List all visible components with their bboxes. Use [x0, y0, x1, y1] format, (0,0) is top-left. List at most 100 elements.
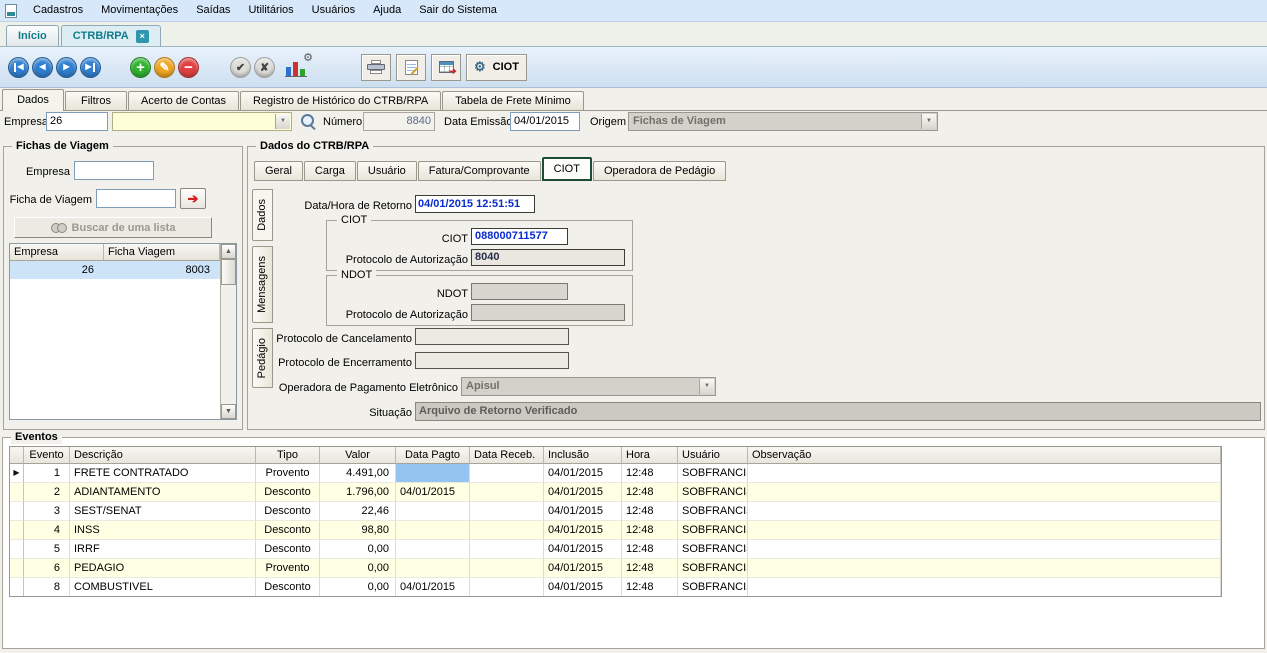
ctrb-tab-geral[interactable]: Geral: [254, 161, 303, 181]
origem-select[interactable]: Fichas de Viagem ▼: [628, 112, 938, 131]
eventos-cell-evento: 8: [24, 578, 70, 597]
window-tab-ctrb-rpa[interactable]: CTRB/RPA ×: [61, 25, 161, 46]
eventos-cell-usuario: SOBFRANCIS: [678, 521, 748, 540]
ciot-groupbox: CIOT CIOT 088000711577 Protocolo de Auto…: [326, 220, 633, 271]
chevron-down-icon[interactable]: ▼: [699, 379, 714, 394]
fichas-ficha-input[interactable]: [96, 189, 176, 208]
eventos-cell-inclusao: 04/01/2015: [544, 540, 622, 559]
nav-last-button[interactable]: ▶: [80, 57, 101, 78]
tab-registro-de-historico-do-ctrb-rpa[interactable]: Registro de Histórico do CTRB/RPA: [240, 91, 441, 110]
cancelamento-input[interactable]: [415, 328, 569, 345]
eventos-col-data-receb[interactable]: Data Receb.: [470, 447, 544, 464]
side-tab-mensagens[interactable]: Mensagens: [252, 246, 273, 323]
ciot-label: CIOT: [333, 230, 468, 249]
eventos-col-valor[interactable]: Valor: [320, 447, 396, 464]
operadora-select[interactable]: Apisul ▼: [461, 377, 716, 396]
scrollbar[interactable]: ▲ ▼: [220, 244, 236, 419]
tab-tabela-de-frete-minimo[interactable]: Tabela de Frete Mínimo: [442, 91, 584, 110]
nav-next-button[interactable]: ▶: [56, 57, 77, 78]
window-tab-inicio[interactable]: Início: [6, 25, 59, 46]
table-row[interactable]: 6PEDAGIOProvento0,0004/01/201512:48SOBFR…: [10, 559, 1221, 578]
menu-item-sair-do-sistema[interactable]: Sair do Sistema: [410, 0, 506, 21]
ciot-protocolo-input[interactable]: 8040: [471, 249, 625, 266]
chart-button[interactable]: ⚙: [284, 55, 311, 79]
menu-item-utilitarios[interactable]: Utilitários: [239, 0, 302, 21]
buscar-button[interactable]: Buscar de uma lista: [14, 217, 212, 238]
ndot-protocolo-input[interactable]: [471, 304, 625, 321]
scroll-up-button[interactable]: ▲: [221, 244, 236, 259]
tab-filtros[interactable]: Filtros: [65, 91, 127, 110]
eventos-col-observacao[interactable]: Observação: [748, 447, 1221, 464]
pinwheel-button[interactable]: [582, 54, 609, 81]
tab-acerto-de-contas[interactable]: Acerto de Contas: [128, 91, 239, 110]
chevron-down-icon[interactable]: ▼: [275, 114, 290, 129]
table-export-icon: ➔: [439, 61, 454, 73]
minus-icon: −: [184, 60, 193, 75]
side-tab-dados[interactable]: Dados: [252, 189, 273, 241]
table-row[interactable]: 3SEST/SENATDesconto22,4604/01/201512:48S…: [10, 502, 1221, 521]
gear-icon: ⚙: [303, 51, 313, 64]
eventos-header-marker: [10, 447, 24, 464]
edit-button[interactable]: ✎: [154, 57, 175, 78]
situacao-input[interactable]: Arquivo de Retorno Verificado: [415, 402, 1261, 421]
eventos-col-tipo[interactable]: Tipo: [256, 447, 320, 464]
menu-item-movimentacoes[interactable]: Movimentações: [92, 0, 187, 21]
eventos-cell-usuario: SOBFRANCIS: [678, 559, 748, 578]
cancel-button[interactable]: ✘: [254, 57, 275, 78]
menu-item-cadastros[interactable]: Cadastros: [24, 0, 92, 21]
ciot-input[interactable]: 088000711577: [471, 228, 568, 245]
numero-input[interactable]: 8840: [363, 112, 435, 131]
table-row[interactable]: ▶1FRETE CONTRATADOProvento4.491,0004/01/…: [10, 464, 1221, 483]
row-marker-icon: ▶: [10, 464, 24, 483]
ctrb-tab-fatura-comprovante[interactable]: Fatura/Comprovante: [418, 161, 541, 181]
tab-dados[interactable]: Dados: [2, 89, 64, 111]
ctrb-tab-ciot[interactable]: CIOT: [542, 157, 592, 181]
ndot-input[interactable]: [471, 283, 568, 300]
eventos-col-hora[interactable]: Hora: [622, 447, 678, 464]
eventos-col-descricao[interactable]: Descrição: [70, 447, 256, 464]
export-grid-button[interactable]: ➔: [431, 54, 461, 81]
confirm-button[interactable]: ✔: [230, 57, 251, 78]
menu-item-ajuda[interactable]: Ajuda: [364, 0, 410, 21]
eventos-cell-inclusao: 04/01/2015: [544, 559, 622, 578]
table-row[interactable]: 5IRRFDesconto0,0004/01/201512:48SOBFRANC…: [10, 540, 1221, 559]
eventos-cell-observacao: [748, 521, 1221, 540]
close-icon[interactable]: ×: [136, 30, 149, 43]
cancelamento-label: Protocolo de Cancelamento: [268, 330, 412, 349]
fichas-row[interactable]: 268003: [10, 261, 220, 279]
nav-first-button[interactable]: ◀: [8, 57, 29, 78]
menu-item-saidas[interactable]: Saídas: [187, 0, 239, 21]
chevron-down-icon[interactable]: ▼: [921, 114, 936, 129]
scroll-down-button[interactable]: ▼: [221, 404, 236, 419]
encerramento-input[interactable]: [415, 352, 569, 369]
fichas-empresa-input[interactable]: [74, 161, 154, 180]
nav-prev-button[interactable]: ◀: [32, 57, 53, 78]
eventos-col-evento[interactable]: Evento: [24, 447, 70, 464]
fichas-col-empresa[interactable]: Empresa: [10, 244, 104, 260]
eventos-col-usuario[interactable]: Usuário: [678, 447, 748, 464]
data-emissao-input[interactable]: 04/01/2015: [510, 112, 580, 131]
ctrb-tab-carga[interactable]: Carga: [304, 161, 356, 181]
scroll-thumb[interactable]: [221, 259, 236, 285]
delete-button[interactable]: −: [178, 57, 199, 78]
empresa-combo[interactable]: ▼: [112, 112, 292, 131]
eventos-col-inclusao[interactable]: Inclusão: [544, 447, 622, 464]
table-row[interactable]: 8COMBUSTIVELDesconto0,0004/01/201504/01/…: [10, 578, 1221, 597]
menu-item-usuarios[interactable]: Usuários: [303, 0, 364, 21]
fichas-col-ficha-viagem[interactable]: Ficha Viagem: [104, 244, 220, 260]
table-row[interactable]: 2ADIANTAMENTODesconto1.796,0004/01/20150…: [10, 483, 1221, 502]
table-row[interactable]: 4INSSDesconto98,8004/01/201512:48SOBFRAN…: [10, 521, 1221, 540]
eventos-cell-observacao: [748, 502, 1221, 521]
report-button[interactable]: [396, 54, 426, 81]
eventos-col-data-pagto[interactable]: Data Pagto: [396, 447, 470, 464]
ficha-go-button[interactable]: ➔: [180, 188, 206, 209]
ciot-button[interactable]: ⚙ CIOT: [466, 54, 527, 81]
ctrb-tab-usuario[interactable]: Usuário: [357, 161, 417, 181]
search-icon[interactable]: [298, 112, 317, 131]
print-button[interactable]: [361, 54, 391, 81]
retorno-input[interactable]: 04/01/2015 12:51:51: [415, 195, 535, 213]
eventos-cell-evento: 4: [24, 521, 70, 540]
ctrb-tab-operadora-de-pedagio[interactable]: Operadora de Pedágio: [593, 161, 726, 181]
empresa-input[interactable]: 26: [46, 112, 108, 131]
add-button[interactable]: +: [130, 57, 151, 78]
